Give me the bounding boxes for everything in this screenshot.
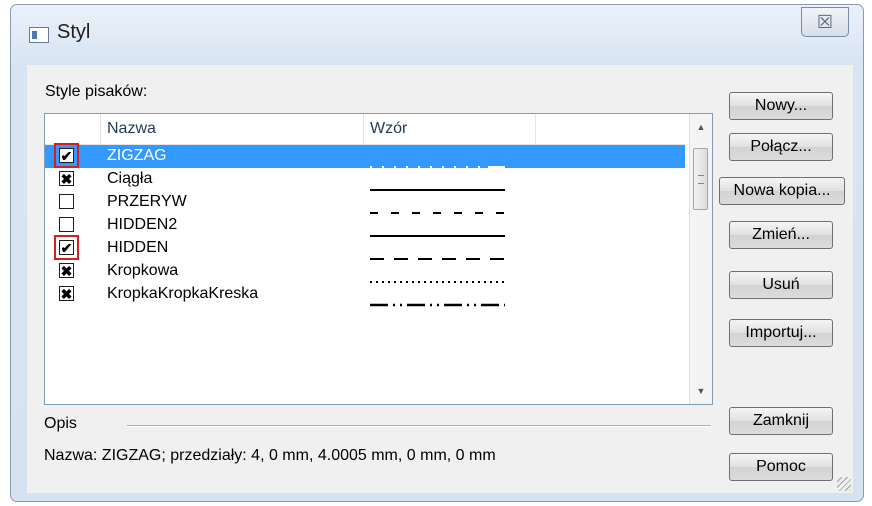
description-text: Nazwa: ZIGZAG; przedziały: 4, 0 mm, 4.00… [44, 447, 496, 464]
row-pattern-line [370, 156, 505, 168]
description-group-label: Opis [44, 415, 77, 432]
list-item[interactable]: ✖ KropkaKropkaKreska [45, 283, 685, 307]
row-checkbox[interactable]: ✔ [54, 143, 79, 168]
column-header-name[interactable]: Nazwa [101, 114, 364, 144]
row-pattern-line [370, 271, 505, 283]
row-checkbox[interactable]: ✖ [59, 263, 74, 278]
new-button[interactable]: Nowy... [729, 92, 833, 120]
import-button[interactable]: Importuj... [729, 319, 833, 347]
row-name: PRZERYW [107, 193, 187, 210]
close-icon: ☒ [816, 11, 834, 32]
vertical-scrollbar[interactable]: ▲ ▼ [689, 114, 712, 404]
row-pattern-line [370, 225, 505, 237]
row-name: HIDDEN [107, 239, 169, 256]
delete-button[interactable]: Usuń [729, 271, 833, 299]
resize-grip-icon[interactable] [837, 477, 851, 491]
scroll-up-arrow-icon[interactable]: ▲ [690, 116, 712, 138]
description-divider [127, 425, 711, 427]
row-name: ZIGZAG [107, 147, 167, 164]
new-copy-button[interactable]: Nowa kopia... [719, 177, 845, 205]
dialog-window: Styl ☒ Style pisaków: Nazwa Wzór ✔ ZIGZAG… [10, 4, 864, 502]
row-pattern-line [370, 294, 505, 307]
list-item[interactable]: ✖ Kropkowa [45, 260, 685, 283]
row-checkbox[interactable] [59, 217, 74, 232]
row-checkbox[interactable]: ✖ [59, 286, 74, 301]
list-header: Nazwa Wzór [45, 114, 685, 145]
row-name: Kropkowa [107, 262, 179, 279]
row-checkbox[interactable] [59, 194, 74, 209]
close-button[interactable]: Zamknij [729, 407, 833, 435]
edit-button[interactable]: Zmień... [729, 221, 833, 249]
column-header-check[interactable] [45, 114, 101, 144]
row-pattern-line [370, 202, 505, 214]
list-item[interactable]: PRZERYW [45, 191, 685, 214]
scroll-thumb[interactable] [693, 148, 708, 210]
list-item[interactable]: HIDDEN2 [45, 214, 685, 237]
row-pattern-line [370, 179, 505, 191]
row-name: KropkaKropkaKreska [107, 285, 259, 302]
scroll-down-arrow-icon[interactable]: ▼ [690, 380, 712, 402]
list-item[interactable]: ✔ HIDDEN [45, 235, 685, 260]
window-title: Styl [57, 21, 91, 43]
close-window-button[interactable]: ☒ [801, 7, 849, 37]
list-item[interactable]: ✖ Ciągła [45, 168, 685, 191]
dialog-body: Style pisaków: Nazwa Wzór ✔ ZIGZAG ✖ Ciągła… [27, 65, 853, 493]
pen-styles-label: Style pisaków: [45, 83, 148, 100]
list-item[interactable]: ✔ ZIGZAG [45, 143, 685, 168]
row-pattern-line [370, 248, 505, 260]
merge-button[interactable]: Połącz... [729, 133, 833, 161]
title-bar[interactable]: Styl ☒ [11, 5, 863, 63]
column-header-pattern[interactable]: Wzór [364, 114, 536, 144]
row-name: HIDDEN2 [107, 216, 178, 233]
column-header-empty [536, 114, 685, 144]
row-checkbox[interactable]: ✔ [54, 235, 79, 260]
row-checkbox[interactable]: ✖ [59, 171, 74, 186]
window-icon [29, 27, 49, 43]
row-name: Ciągła [107, 170, 153, 187]
help-button[interactable]: Pomoc [729, 453, 833, 481]
list-rows: ✔ ZIGZAG ✖ Ciągła PRZERYW HIDDEN2 ✔ HIDDEN ✖ Krop… [45, 143, 685, 307]
pen-styles-list[interactable]: Nazwa Wzór ✔ ZIGZAG ✖ Ciągła PRZERYW HIDDEN2 ✔… [44, 113, 713, 405]
